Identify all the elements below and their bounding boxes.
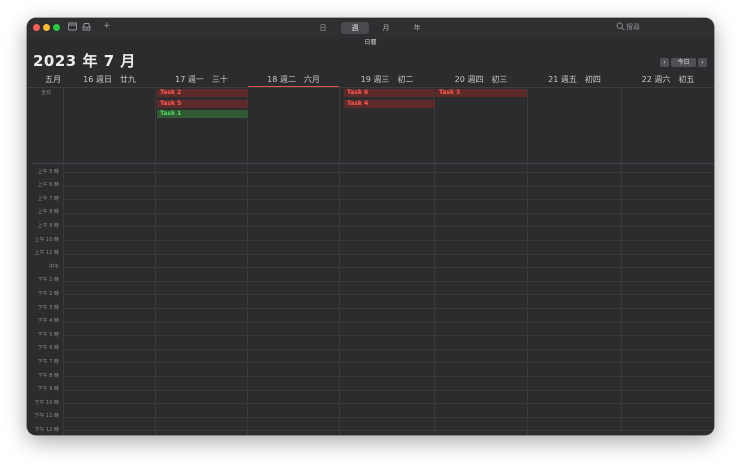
hour-label: 上午 5 時 bbox=[37, 168, 59, 175]
header-divider bbox=[27, 87, 714, 88]
tab-month[interactable]: 月 bbox=[377, 22, 395, 34]
hour-label: 下午 11 時 bbox=[34, 413, 59, 420]
calendar-window: + 日 週 月 年 搜尋 日曆 2023 年 7 月 ‹ 今日 › 五月 16 … bbox=[27, 18, 714, 435]
hour-gridline bbox=[63, 430, 714, 432]
hour-gridline bbox=[63, 212, 714, 214]
page-title: 2023 年 7 月 bbox=[33, 52, 136, 70]
today-button[interactable]: 今日 bbox=[671, 58, 696, 67]
day-header-19[interactable]: 19 週三 初二 bbox=[340, 74, 434, 86]
zoom-button[interactable] bbox=[53, 24, 60, 31]
day-header-20[interactable]: 20 週四 初三 bbox=[435, 74, 527, 86]
column-divider bbox=[621, 88, 622, 435]
hour-gridline bbox=[63, 172, 714, 173]
hour-label: 下午 6 時 bbox=[37, 345, 59, 352]
event-task-5[interactable]: Task 5 bbox=[157, 100, 248, 108]
allday-divider bbox=[33, 163, 714, 164]
hour-gridline bbox=[63, 280, 714, 282]
today-indicator bbox=[248, 86, 339, 87]
hour-gridline bbox=[63, 403, 714, 405]
tab-week[interactable]: 週 bbox=[341, 22, 369, 34]
day-header-22[interactable]: 22 週六 初五 bbox=[622, 74, 714, 86]
day-header-17[interactable]: 17 週一 三十 bbox=[156, 74, 247, 86]
hour-label: 下午 5 時 bbox=[37, 331, 59, 338]
hour-gridline bbox=[63, 416, 714, 418]
search-icon[interactable] bbox=[616, 22, 625, 31]
hour-gridline bbox=[63, 335, 714, 337]
column-divider bbox=[527, 88, 528, 435]
column-divider bbox=[155, 88, 156, 435]
tab-day[interactable]: 日 bbox=[314, 22, 332, 34]
inbox-icon[interactable] bbox=[82, 22, 91, 31]
hour-label: 下午 4 時 bbox=[37, 318, 59, 325]
toolbar: + 日 週 月 年 搜尋 bbox=[27, 18, 714, 38]
close-button[interactable] bbox=[33, 24, 40, 31]
allday-label: 全日 bbox=[41, 90, 52, 96]
hour-gridline bbox=[63, 308, 714, 309]
hour-gridline bbox=[63, 362, 714, 364]
column-divider bbox=[339, 88, 340, 435]
hour-label: 上午 11 時 bbox=[34, 250, 59, 257]
day-header-21[interactable]: 21 週五 初四 bbox=[528, 74, 621, 86]
calendar-list-icon[interactable] bbox=[68, 22, 77, 31]
tab-year[interactable]: 年 bbox=[408, 22, 426, 34]
hour-label: 下午 1 時 bbox=[37, 277, 59, 284]
column-divider bbox=[434, 88, 435, 435]
minimize-button[interactable] bbox=[43, 24, 50, 31]
hour-gridline bbox=[63, 226, 714, 228]
hour-gridline bbox=[63, 376, 714, 377]
calendars-label: 日曆 bbox=[364, 39, 377, 46]
hour-gridline bbox=[63, 321, 714, 323]
hour-label: 上午 7 時 bbox=[37, 195, 59, 202]
event-task-4[interactable]: Task 4 bbox=[344, 100, 435, 108]
hour-gridline bbox=[63, 185, 714, 187]
hour-label: 下午 9 時 bbox=[37, 386, 59, 393]
day-header-18[interactable]: 18 週二 六月 bbox=[248, 74, 339, 86]
hour-label: 上午 10 時 bbox=[34, 236, 59, 243]
add-event-button[interactable]: + bbox=[103, 21, 111, 31]
prev-week-button[interactable]: ‹ bbox=[660, 58, 669, 67]
hour-gridline bbox=[63, 199, 714, 201]
day-header-16[interactable]: 16 週日 廿九 bbox=[64, 74, 155, 86]
event-task-3[interactable]: Task 3 bbox=[436, 89, 527, 97]
hour-label: 下午 2 時 bbox=[37, 290, 59, 297]
column-divider bbox=[247, 88, 248, 435]
search-input[interactable]: 搜尋 bbox=[626, 22, 640, 33]
hour-label: 中午 bbox=[48, 263, 59, 270]
hour-label: 下午 7 時 bbox=[37, 358, 59, 365]
hour-gridline bbox=[63, 240, 714, 241]
hour-label: 上午 9 時 bbox=[37, 222, 59, 229]
hour-label: 下午 3 時 bbox=[37, 304, 59, 311]
hour-gridline bbox=[63, 294, 714, 296]
hour-gridline bbox=[63, 253, 714, 255]
hour-label: 下午 10 時 bbox=[34, 399, 59, 406]
column-divider bbox=[63, 88, 64, 435]
hour-gridline bbox=[63, 389, 714, 391]
event-task-6[interactable]: Task 6 bbox=[344, 89, 435, 97]
next-week-button[interactable]: › bbox=[698, 58, 707, 67]
event-task-2[interactable]: Task 2 bbox=[157, 89, 248, 97]
event-task-1[interactable]: Task 1 bbox=[157, 110, 248, 118]
hour-gridline bbox=[63, 348, 714, 350]
hour-label: 下午 12 時 bbox=[34, 426, 59, 433]
hour-label: 下午 8 時 bbox=[37, 372, 59, 379]
hour-label: 上午 6 時 bbox=[37, 182, 59, 189]
hour-label: 上午 8 時 bbox=[37, 209, 59, 216]
hour-gridline bbox=[63, 267, 714, 269]
